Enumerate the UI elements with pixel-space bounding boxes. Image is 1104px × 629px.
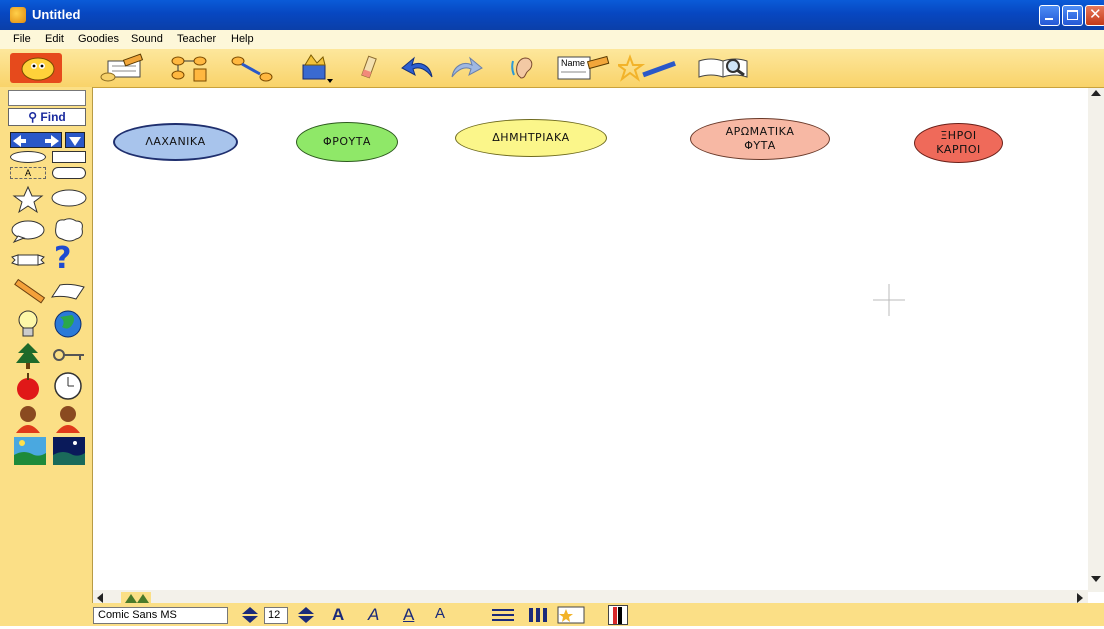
find-input[interactable] bbox=[8, 90, 86, 106]
picture-view-icon[interactable] bbox=[100, 53, 150, 83]
alignment-icon[interactable] bbox=[490, 607, 516, 628]
node-label-line1: ΞΗΡΟΙ bbox=[940, 129, 977, 142]
menu-edit[interactable]: Edit bbox=[45, 33, 64, 45]
pencil-icon[interactable] bbox=[10, 277, 46, 305]
text-shape-icon[interactable]: A bbox=[10, 167, 46, 179]
book-search-icon[interactable] bbox=[697, 53, 757, 83]
italic-icon[interactable]: A bbox=[368, 605, 379, 625]
light-bulb-icon[interactable] bbox=[14, 309, 42, 339]
girl-icon[interactable] bbox=[52, 403, 84, 435]
speech-bubble-shape-icon[interactable] bbox=[10, 219, 46, 244]
format-bar: Comic Sans MS 12 A A A A bbox=[0, 603, 1104, 626]
rounded-rectangle-shape-icon[interactable] bbox=[52, 167, 86, 179]
concept-node-frouta[interactable]: ΦΡΟΥΤΑ bbox=[296, 122, 398, 162]
concept-node-lachanika[interactable]: ΛΑΧΑΝΙΚΑ bbox=[113, 123, 238, 161]
menu-sound[interactable]: Sound bbox=[131, 33, 163, 45]
font-size-field[interactable]: 12 bbox=[264, 607, 288, 624]
star-shape-icon[interactable] bbox=[10, 185, 46, 215]
concept-node-dimitriaka[interactable]: ΔΗΜΗΤΡΙΑΚΑ bbox=[455, 119, 607, 157]
kidspiration-mascot-icon[interactable] bbox=[10, 53, 62, 83]
menu-help[interactable]: Help bbox=[231, 33, 254, 45]
tree-icon[interactable] bbox=[14, 341, 42, 371]
scroll-left-icon bbox=[97, 593, 103, 603]
minimize-button[interactable] bbox=[1039, 5, 1060, 26]
symbol-palette: ⚲ Find A ? bbox=[0, 87, 93, 603]
node-label-line1: ΑΡΩΜΑΤΙΚΑ bbox=[725, 125, 795, 138]
oval-shape-icon[interactable] bbox=[10, 151, 46, 163]
magnifier-icon: ⚲ bbox=[28, 110, 38, 124]
rectangle-shape-icon[interactable] bbox=[52, 151, 86, 163]
font-selector[interactable]: Comic Sans MS bbox=[93, 607, 228, 624]
scroll-right-icon bbox=[1077, 593, 1083, 603]
menu-bar: File Edit Goodies Sound Teacher Help bbox=[0, 30, 1104, 49]
listen-icon[interactable] bbox=[510, 53, 540, 83]
vertical-scrollbar[interactable] bbox=[1088, 88, 1104, 592]
diagram-canvas[interactable]: ΛΑΧΑΝΙΚΑ ΦΡΟΥΤΑ ΔΗΜΗΤΡΙΑΚΑ ΑΡΩΜΑΤΙΚΑ ΦΥΤ… bbox=[93, 88, 1088, 590]
title-bar: Untitled ✕ bbox=[0, 0, 1104, 30]
text-color-icon[interactable]: A bbox=[435, 605, 445, 622]
key-icon[interactable] bbox=[52, 347, 86, 363]
cloud-shape-icon[interactable] bbox=[50, 187, 88, 209]
node-label-line2: ΦΥΤΑ bbox=[744, 139, 776, 152]
banner-shape-icon[interactable] bbox=[10, 249, 46, 271]
link-tool-icon[interactable] bbox=[230, 53, 275, 83]
crosshair-cursor-icon bbox=[873, 284, 905, 316]
concept-node-xiroi-karpoi[interactable]: ΞΗΡΟΙ ΚΑΡΠΟΙ bbox=[914, 123, 1003, 163]
name-tag-label: Name bbox=[561, 58, 585, 68]
day-landscape-icon[interactable] bbox=[14, 437, 46, 465]
clock-icon[interactable] bbox=[52, 371, 84, 401]
node-label: ΔΗΜΗΤΡΙΑΚΑ bbox=[492, 131, 570, 144]
maximize-button[interactable] bbox=[1062, 5, 1083, 26]
undo-icon[interactable] bbox=[400, 53, 436, 83]
find-button-label: Find bbox=[40, 110, 66, 124]
toolbar: Name bbox=[0, 49, 1104, 88]
menu-goodies[interactable]: Goodies bbox=[78, 33, 119, 45]
open-book-icon[interactable] bbox=[50, 281, 86, 301]
redo-icon[interactable] bbox=[448, 53, 484, 83]
menu-teacher[interactable]: Teacher bbox=[177, 33, 216, 45]
node-label: ΛΑΧΑΝΙΚΑ bbox=[145, 135, 206, 148]
night-landscape-icon[interactable] bbox=[53, 437, 85, 465]
menu-file[interactable]: File bbox=[13, 33, 31, 45]
boy-icon[interactable] bbox=[12, 403, 44, 435]
bold-icon[interactable]: A bbox=[332, 605, 344, 625]
find-button[interactable]: ⚲ Find bbox=[8, 108, 86, 126]
globe-icon[interactable] bbox=[52, 309, 84, 339]
outline-view-icon[interactable] bbox=[170, 53, 210, 83]
fill-color-swatch[interactable] bbox=[608, 605, 628, 625]
magic-wand-icon[interactable] bbox=[614, 53, 678, 83]
node-label-line2: ΚΑΡΠΟΙ bbox=[936, 143, 981, 156]
columns-icon[interactable] bbox=[528, 607, 548, 628]
scroll-arrows-icon bbox=[1091, 90, 1101, 582]
horizontal-scrollbar[interactable] bbox=[93, 590, 1088, 604]
dropdown-arrow-icon[interactable] bbox=[65, 132, 85, 148]
apple-icon[interactable] bbox=[14, 371, 42, 401]
question-mark-icon[interactable]: ? bbox=[54, 242, 86, 276]
underline-icon[interactable]: A bbox=[403, 605, 414, 625]
app-icon bbox=[10, 7, 26, 23]
concept-node-aromatika-fyta[interactable]: ΑΡΩΜΑΤΙΚΑ ΦΥΤΑ bbox=[690, 118, 830, 160]
close-button[interactable]: ✕ bbox=[1085, 5, 1104, 26]
name-tag-icon[interactable]: Name bbox=[556, 53, 612, 83]
window-title: Untitled bbox=[32, 7, 81, 22]
prev-next-arrows-icon[interactable] bbox=[10, 132, 62, 148]
node-label: ΦΡΟΥΤΑ bbox=[323, 135, 371, 148]
eraser-icon[interactable] bbox=[357, 53, 381, 83]
symbol-library-icon[interactable] bbox=[297, 53, 337, 83]
